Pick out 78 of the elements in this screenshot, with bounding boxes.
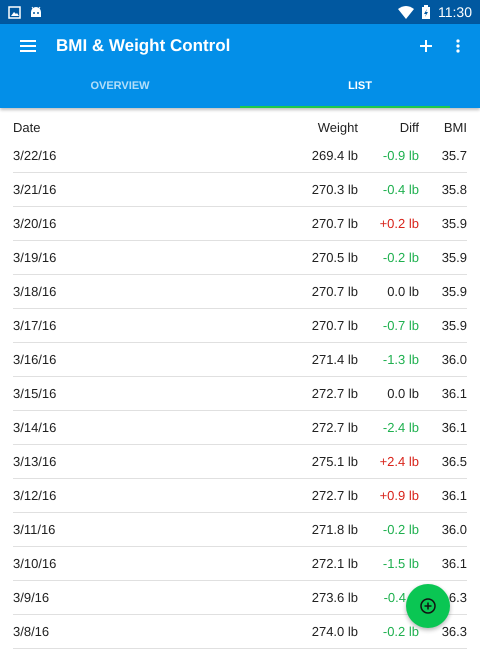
more-icon (456, 39, 460, 53)
date-cell: 3/14/16 (13, 420, 56, 435)
date-cell: 3/21/16 (13, 182, 56, 197)
weight-cell: 269.4 lb (312, 148, 358, 163)
diff-cell: -2.4 lb (382, 420, 419, 435)
add-circle-icon (420, 598, 436, 614)
diff-cell: -0.9 lb (382, 148, 419, 163)
weight-cell: 275.1 lb (312, 454, 358, 469)
diff-cell: -1.3 lb (382, 352, 419, 367)
date-cell: 3/16/16 (13, 352, 56, 367)
tab[interactable]: LIST (240, 68, 480, 108)
bmi-cell: 36.1 (442, 386, 467, 401)
weight-cell: 271.4 lb (312, 352, 358, 367)
date-cell: 3/11/16 (13, 522, 56, 537)
diff-cell: -0.7 lb (382, 318, 419, 333)
battery-icon (422, 5, 430, 19)
wifi-icon (398, 6, 414, 18)
bmi-cell: 35.9 (442, 250, 467, 265)
column-header: Weight (318, 120, 358, 135)
date-cell: 3/8/16 (13, 624, 50, 639)
android-icon (29, 6, 43, 18)
date-cell: 3/20/16 (13, 216, 56, 231)
date-cell: 3/12/16 (13, 488, 56, 503)
add-entry-button[interactable] (406, 584, 450, 628)
weight-cell: 272.7 lb (312, 488, 358, 503)
weight-cell: 273.6 lb (312, 590, 358, 605)
menu-button[interactable] (20, 40, 36, 52)
bmi-cell: 35.7 (442, 148, 467, 163)
date-cell: 3/10/16 (13, 556, 56, 571)
app-title: BMI & Weight Control (56, 36, 232, 56)
column-header: BMI (444, 120, 467, 135)
weight-cell: 270.5 lb (312, 250, 358, 265)
bmi-cell: 36.1 (442, 420, 467, 435)
weight-cell: 271.8 lb (312, 522, 358, 537)
date-cell: 3/22/16 (13, 148, 56, 163)
diff-cell: -0.2 lb (382, 250, 419, 265)
plus-icon (420, 40, 432, 52)
date-cell: 3/19/16 (13, 250, 56, 265)
bmi-cell: 36.0 (442, 522, 467, 537)
date-cell: 3/18/16 (13, 284, 56, 299)
diff-cell: -1.5 lb (382, 556, 419, 571)
weight-cell: 272.7 lb (312, 386, 358, 401)
bmi-cell: 35.9 (442, 318, 467, 333)
bmi-cell: 36.5 (442, 454, 467, 469)
diff-cell: -0.4 (384, 590, 406, 605)
bmi-cell: 36.0 (442, 352, 467, 367)
bmi-cell: 36.1 (442, 488, 467, 503)
diff-cell: -0.4 lb (382, 182, 419, 197)
weight-cell: 272.7 lb (312, 420, 358, 435)
tab[interactable]: OVERVIEW (0, 68, 240, 108)
diff-cell: 0.0 lb (387, 386, 419, 401)
column-header: Diff (400, 120, 419, 135)
date-cell: 3/9/16 (13, 590, 50, 605)
diff-cell: +0.9 lb (380, 488, 419, 503)
bmi-cell: 6.3 (448, 590, 467, 605)
diff-cell: -0.2 lb (382, 522, 419, 537)
bmi-cell: 36.3 (442, 624, 467, 639)
diff-cell: 0.0 lb (387, 284, 419, 299)
column-header: Date (13, 120, 40, 135)
diff-cell: +2.4 lb (380, 454, 419, 469)
bmi-cell: 36.1 (442, 556, 467, 571)
bmi-cell: 35.8 (442, 182, 467, 197)
diff-cell: +0.2 lb (380, 216, 419, 231)
clock-time: 11:30 (438, 4, 472, 20)
weight-cell: 270.7 lb (312, 284, 358, 299)
weight-cell: 270.7 lb (312, 318, 358, 333)
weight-cell: 272.1 lb (312, 556, 358, 571)
date-cell: 3/15/16 (13, 386, 56, 401)
date-cell: 3/17/16 (13, 318, 56, 333)
date-cell: 3/13/16 (13, 454, 56, 469)
bmi-cell: 35.9 (442, 284, 467, 299)
bmi-cell: 35.9 (442, 216, 467, 231)
weight-cell: 270.7 lb (312, 216, 358, 231)
image-icon (8, 6, 21, 18)
weight-cell: 274.0 lb (312, 624, 358, 639)
weight-cell: 270.3 lb (312, 182, 358, 197)
menu-icon (20, 40, 36, 52)
diff-cell: -0.2 lb (382, 624, 419, 639)
